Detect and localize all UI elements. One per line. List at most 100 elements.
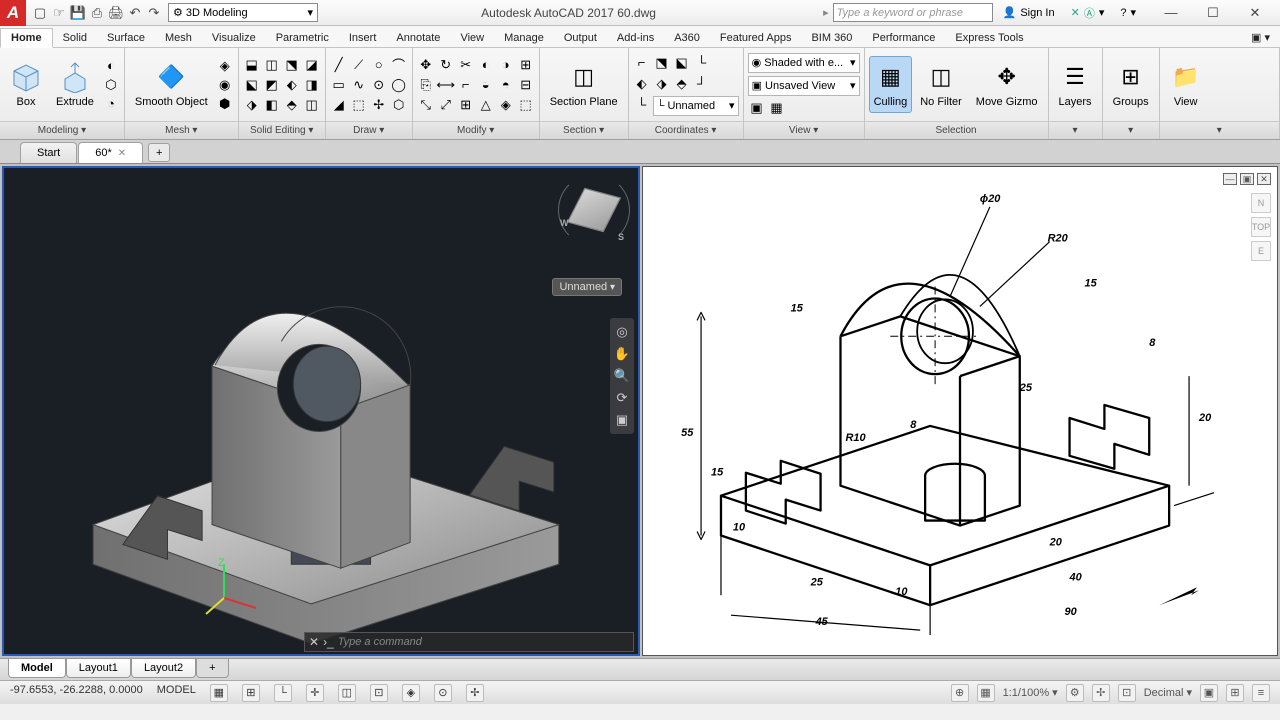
workspace-selector[interactable]: ⚙3D Modeling ▾ bbox=[168, 3, 318, 22]
nav-n[interactable]: N bbox=[1251, 193, 1271, 213]
undo-icon[interactable]: ↶ bbox=[127, 5, 143, 21]
cmd-input[interactable]: Type a command bbox=[338, 636, 422, 648]
tool-icon[interactable]: ⬗ bbox=[653, 75, 671, 93]
groups-button[interactable]: ⊞Groups bbox=[1107, 58, 1155, 111]
help-icon[interactable]: ? bbox=[1120, 7, 1126, 19]
nofilter-button[interactable]: ◫No Filter bbox=[914, 58, 968, 111]
add-layout-button[interactable]: + bbox=[196, 659, 228, 678]
search-input[interactable]: Type a keyword or phrase bbox=[833, 3, 993, 22]
tool-icon[interactable]: ⊕ bbox=[951, 684, 969, 702]
tool-icon[interactable]: ◢ bbox=[330, 96, 348, 114]
tool-icon[interactable]: ⬡ bbox=[390, 96, 408, 114]
draw-panel-title[interactable]: Draw ▾ bbox=[326, 121, 412, 139]
tool-icon[interactable]: └ bbox=[633, 96, 651, 114]
tool-icon[interactable]: ◫ bbox=[263, 56, 281, 74]
tab-insert[interactable]: Insert bbox=[339, 29, 387, 47]
layers-button[interactable]: ☰Layers bbox=[1053, 58, 1098, 111]
new-icon[interactable]: ▢ bbox=[32, 5, 48, 21]
tab-layout1[interactable]: Layout1 bbox=[66, 659, 131, 678]
close-icon[interactable]: ✕ bbox=[118, 148, 126, 159]
add-tab-button[interactable]: + bbox=[148, 143, 170, 162]
circle-icon[interactable]: ○ bbox=[370, 56, 388, 74]
tool-icon[interactable]: ◧ bbox=[263, 96, 281, 114]
tool-icon[interactable]: ⊙ bbox=[370, 76, 388, 94]
tool-icon[interactable]: ✢ bbox=[370, 96, 388, 114]
minimize-icon[interactable]: — bbox=[1223, 173, 1237, 185]
units[interactable]: Decimal ▾ bbox=[1144, 686, 1192, 699]
tool-icon[interactable]: ⊡ bbox=[370, 684, 388, 702]
view-panel-title[interactable]: View ▾ bbox=[744, 121, 864, 139]
tab-surface[interactable]: Surface bbox=[97, 29, 155, 47]
fillet-icon[interactable]: ⌐ bbox=[457, 76, 475, 94]
visual-style-dropdown[interactable]: ◉ Shaded with e...▾ bbox=[748, 53, 860, 73]
model-space[interactable]: MODEL bbox=[157, 684, 196, 702]
zoom-icon[interactable]: 🔍 bbox=[613, 368, 631, 384]
save-icon[interactable]: 💾 bbox=[70, 5, 86, 21]
tab-model[interactable]: Model bbox=[8, 659, 66, 678]
tool-icon[interactable]: ⊟ bbox=[517, 76, 535, 94]
nav-top[interactable]: TOP bbox=[1251, 217, 1271, 237]
file-tab-start[interactable]: Start bbox=[20, 142, 77, 163]
restore-icon[interactable]: ▣ bbox=[1240, 173, 1254, 185]
scale-icon[interactable]: ⤢ bbox=[437, 96, 455, 114]
ucs-name-tag[interactable]: Unnamed ▾ bbox=[552, 278, 622, 296]
ucs-dropdown[interactable]: └ Unnamed▾ bbox=[653, 96, 739, 116]
tool-icon[interactable]: ⬘ bbox=[673, 75, 691, 93]
tool-icon[interactable]: ⊞ bbox=[1226, 684, 1244, 702]
viewcube[interactable]: W S bbox=[566, 182, 622, 238]
tool-icon[interactable]: ⬔ bbox=[283, 56, 301, 74]
array-icon[interactable]: ⊞ bbox=[457, 96, 475, 114]
tool-icon[interactable]: ◫ bbox=[303, 96, 321, 114]
tool-icon[interactable]: ◈ bbox=[216, 57, 234, 75]
app-icon[interactable]: Ⓐ bbox=[1084, 5, 1095, 21]
tab-mesh[interactable]: Mesh bbox=[155, 29, 202, 47]
polar-icon[interactable]: ✛ bbox=[306, 684, 324, 702]
move-icon[interactable]: ✥ bbox=[417, 56, 435, 74]
tool-icon[interactable]: ⬖ bbox=[633, 75, 651, 93]
layers-panel-title[interactable]: ▾ bbox=[1049, 121, 1102, 139]
solid-editing-panel-title[interactable]: Solid Editing ▾ bbox=[239, 121, 325, 139]
tool-icon[interactable]: ⬔ bbox=[653, 54, 671, 72]
tab-featured[interactable]: Featured Apps bbox=[710, 29, 802, 47]
tool-icon[interactable]: ◩ bbox=[263, 76, 281, 94]
tab-view[interactable]: View bbox=[450, 29, 494, 47]
tool-icon[interactable]: ◔ bbox=[102, 95, 120, 113]
tool-icon[interactable]: ⬢ bbox=[216, 95, 234, 113]
grid-icon[interactable]: ▦ bbox=[210, 684, 228, 702]
copy-icon[interactable]: ⎘ bbox=[417, 76, 435, 94]
tab-bim360[interactable]: BIM 360 bbox=[801, 29, 862, 47]
tool-icon[interactable]: └ bbox=[693, 54, 711, 72]
close-icon[interactable]: ✕ bbox=[309, 635, 319, 649]
tool-icon[interactable]: ⬕ bbox=[673, 54, 691, 72]
tool-icon[interactable]: ⬖ bbox=[283, 76, 301, 94]
tool-icon[interactable]: ⬚ bbox=[350, 96, 368, 114]
signin-button[interactable]: Sign In bbox=[1020, 7, 1054, 19]
tool-icon[interactable]: ⊞ bbox=[517, 56, 535, 74]
tab-annotate[interactable]: Annotate bbox=[386, 29, 450, 47]
tool-icon[interactable]: ◨ bbox=[303, 76, 321, 94]
modeling-panel-title[interactable]: Modeling ▾ bbox=[0, 121, 124, 139]
tab-solid[interactable]: Solid bbox=[53, 29, 97, 47]
move-gizmo-button[interactable]: ✥Move Gizmo bbox=[970, 58, 1044, 111]
tool-icon[interactable]: ◉ bbox=[216, 76, 234, 94]
extrude-button[interactable]: Extrude bbox=[50, 58, 100, 111]
tool-icon[interactable]: ▦ bbox=[768, 99, 786, 117]
tool-icon[interactable]: ◐ bbox=[102, 57, 120, 75]
modify-panel-title[interactable]: Modify ▾ bbox=[413, 121, 539, 139]
tool-icon[interactable]: ⬓ bbox=[243, 56, 261, 74]
nav-e[interactable]: E bbox=[1251, 241, 1271, 261]
ortho-icon[interactable]: └ bbox=[274, 684, 292, 702]
tab-home[interactable]: Home bbox=[0, 28, 53, 48]
rect-icon[interactable]: ▭ bbox=[330, 76, 348, 94]
tool-icon[interactable]: ▣ bbox=[1200, 684, 1218, 702]
tool-icon[interactable]: ▦ bbox=[977, 684, 995, 702]
polyline-icon[interactable]: ⟋ bbox=[350, 56, 368, 74]
tool-icon[interactable]: ⊡ bbox=[1118, 684, 1136, 702]
snap-icon[interactable]: ⊞ bbox=[242, 684, 260, 702]
file-tab-60[interactable]: 60*✕ bbox=[78, 142, 143, 163]
tool-icon[interactable]: ⊙ bbox=[434, 684, 452, 702]
tab-parametric[interactable]: Parametric bbox=[266, 29, 339, 47]
line-icon[interactable]: ╱ bbox=[330, 56, 348, 74]
tab-layout2[interactable]: Layout2 bbox=[131, 659, 196, 678]
smooth-object-button[interactable]: 🔷Smooth Object bbox=[129, 58, 214, 111]
